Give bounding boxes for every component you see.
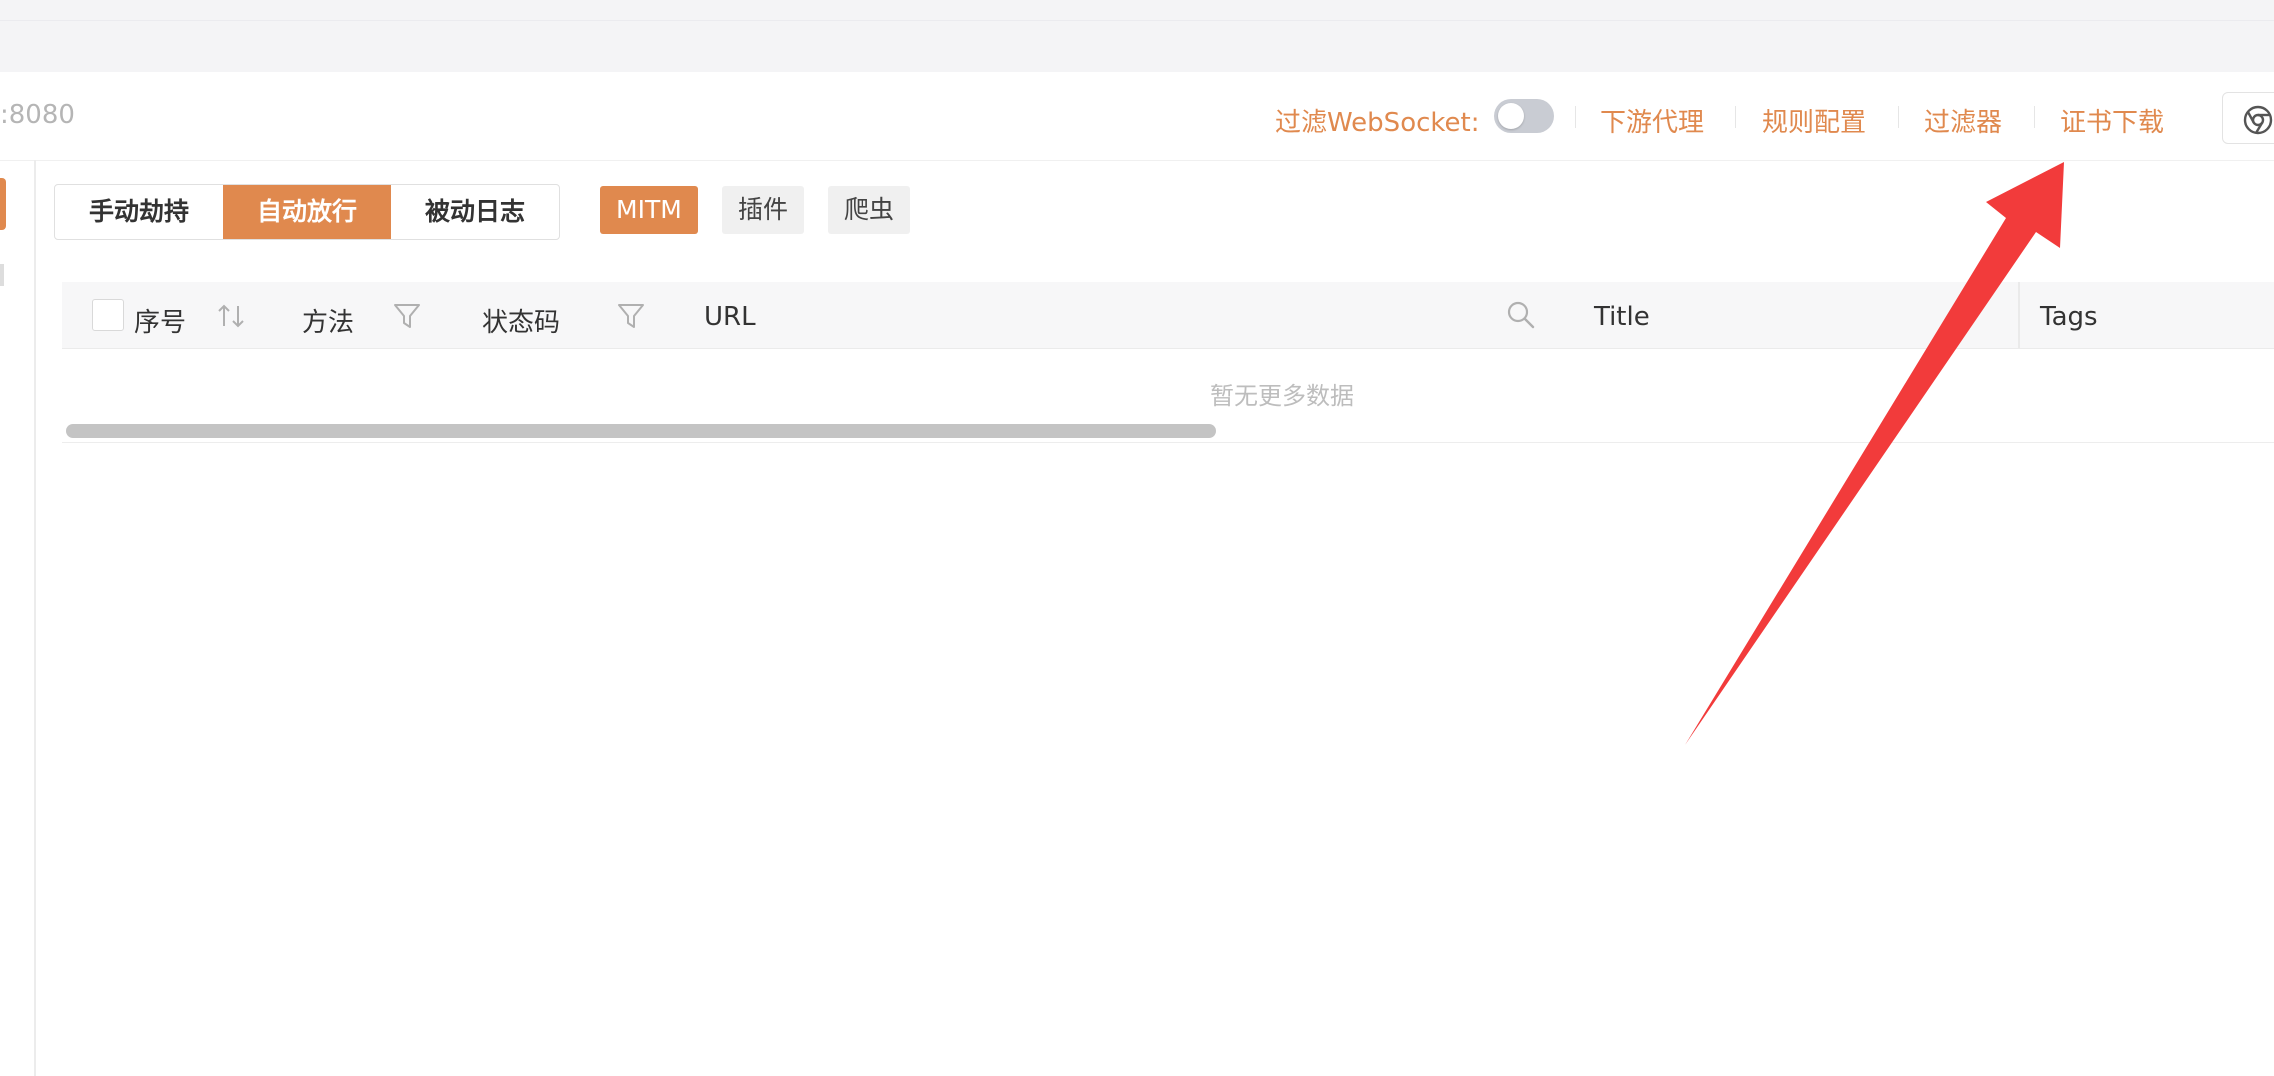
annotation-arrow xyxy=(1685,162,2064,745)
